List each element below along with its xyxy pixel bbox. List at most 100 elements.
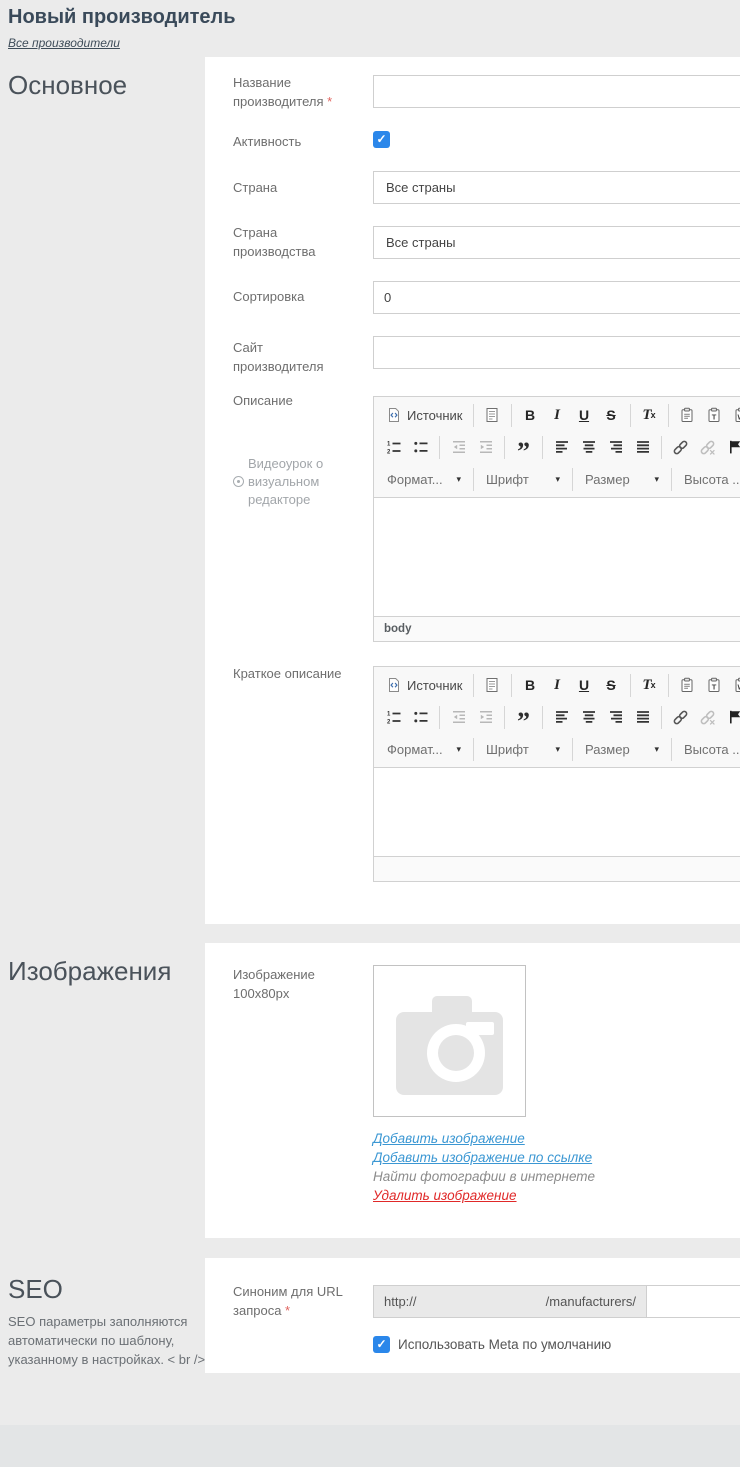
- sort-input[interactable]: [373, 281, 740, 314]
- page: { "page": { "title": "Новый производител…: [0, 0, 740, 1467]
- align-justify-button[interactable]: [629, 704, 656, 730]
- bold-button[interactable]: B: [517, 672, 544, 698]
- meta-default-checkbox[interactable]: ✓: [373, 1336, 390, 1353]
- remove-format-icon: Tx: [641, 677, 658, 694]
- paste-button[interactable]: [674, 402, 701, 428]
- anchor-button[interactable]: [721, 704, 740, 730]
- font-select[interactable]: Шрифт▾: [479, 737, 567, 762]
- toolbar-separator: [511, 674, 512, 697]
- italic-icon: I: [549, 407, 566, 424]
- toolbar-separator: [671, 468, 672, 491]
- paste-word-button[interactable]: W: [728, 402, 740, 428]
- find-photos-link[interactable]: Найти фотографии в интернете: [373, 1167, 595, 1186]
- align-justify-icon: [634, 439, 651, 456]
- underline-button[interactable]: U: [571, 402, 598, 428]
- indent-button[interactable]: [472, 704, 499, 730]
- toolbar-separator: [504, 706, 505, 729]
- camera-icon: [396, 1012, 503, 1095]
- align-right-button[interactable]: [602, 434, 629, 460]
- outdent-button[interactable]: [445, 434, 472, 460]
- size-select[interactable]: Размер▾: [578, 467, 666, 492]
- country-select[interactable]: Все страны: [373, 171, 740, 204]
- toolbar-row: 12 ”: [380, 431, 740, 463]
- toolbar-row: Источник BIUS Tx TW: [380, 399, 740, 431]
- paste-text-button[interactable]: T: [701, 402, 728, 428]
- delete-image-link[interactable]: Удалить изображение: [373, 1186, 595, 1205]
- align-right-button[interactable]: [602, 704, 629, 730]
- toolbar-separator: [668, 404, 669, 427]
- align-right-icon: [607, 709, 624, 726]
- toolbar-separator: [504, 436, 505, 459]
- templates-icon: [484, 407, 501, 424]
- italic-button[interactable]: I: [544, 402, 571, 428]
- outdent-button[interactable]: [445, 704, 472, 730]
- underline-button[interactable]: U: [571, 672, 598, 698]
- add-image-by-url-link[interactable]: Добавить изображение по ссылке: [373, 1148, 595, 1167]
- height-select[interactable]: Высота ...▾: [677, 467, 740, 492]
- remove-format-button[interactable]: Tx: [636, 402, 663, 428]
- format-select[interactable]: Формат...▾: [380, 467, 468, 492]
- numbered-list-button[interactable]: 12: [380, 434, 407, 460]
- align-justify-button[interactable]: [629, 434, 656, 460]
- toolbar-separator: [572, 738, 573, 761]
- toolbar-separator: [439, 436, 440, 459]
- bold-button[interactable]: B: [517, 402, 544, 428]
- remove-format-button[interactable]: Tx: [636, 672, 663, 698]
- activity-checkbox[interactable]: ✓: [373, 131, 390, 148]
- add-image-link[interactable]: Добавить изображение: [373, 1129, 595, 1148]
- blockquote-icon: ”: [515, 709, 532, 726]
- source-button-label: Источник: [407, 408, 463, 423]
- bulleted-list-button[interactable]: [407, 704, 434, 730]
- indent-button[interactable]: [472, 434, 499, 460]
- italic-button[interactable]: I: [544, 672, 571, 698]
- video-tutorial-link[interactable]: Видеоурок о визуальном редакторе: [233, 455, 349, 509]
- required-mark: *: [285, 1303, 290, 1318]
- source-button[interactable]: Источник: [380, 672, 468, 698]
- url-synonym-input[interactable]: [647, 1285, 740, 1318]
- toolbar-separator: [661, 436, 662, 459]
- anchor-button[interactable]: [721, 434, 740, 460]
- paste-button[interactable]: [674, 672, 701, 698]
- bold-icon: B: [522, 407, 539, 424]
- paste-text-button[interactable]: T: [701, 672, 728, 698]
- link-button[interactable]: [667, 704, 694, 730]
- paste-text-icon: T: [706, 407, 723, 424]
- align-center-button[interactable]: [575, 434, 602, 460]
- unlink-button[interactable]: [694, 704, 721, 730]
- format-select[interactable]: Формат...▾: [380, 737, 468, 762]
- main-panel: Название производителя * Активность ✓ Ст…: [205, 57, 740, 924]
- site-input[interactable]: [373, 336, 740, 369]
- toolbar-separator: [630, 404, 631, 427]
- unlink-button[interactable]: [694, 434, 721, 460]
- strikethrough-button[interactable]: S: [598, 672, 625, 698]
- strikethrough-icon: S: [603, 677, 620, 694]
- editor-content-area[interactable]: [374, 498, 740, 616]
- paste-word-button[interactable]: W: [728, 672, 740, 698]
- chevron-down-icon: ▾: [555, 744, 560, 755]
- templates-button[interactable]: [479, 672, 506, 698]
- font-select[interactable]: Шрифт▾: [479, 467, 567, 492]
- editor-content-area[interactable]: [374, 768, 740, 856]
- height-select[interactable]: Высота ...▾: [677, 737, 740, 762]
- paste-word-icon: W: [733, 407, 740, 424]
- numbered-list-icon: 12: [385, 709, 402, 726]
- bulleted-list-button[interactable]: [407, 434, 434, 460]
- align-left-button[interactable]: [548, 704, 575, 730]
- footer-strip: [0, 1425, 740, 1467]
- all-manufacturers-link[interactable]: Все производители: [8, 36, 120, 50]
- toolbar-separator: [542, 436, 543, 459]
- templates-button[interactable]: [479, 402, 506, 428]
- blockquote-button[interactable]: ”: [510, 704, 537, 730]
- align-center-button[interactable]: [575, 704, 602, 730]
- production-country-select[interactable]: Все страны: [373, 226, 740, 259]
- size-select[interactable]: Размер▾: [578, 737, 666, 762]
- strikethrough-button[interactable]: S: [598, 402, 625, 428]
- images-panel: Изображение 100x80px Добавить изображени…: [205, 943, 740, 1238]
- blockquote-button[interactable]: ”: [510, 434, 537, 460]
- align-left-button[interactable]: [548, 434, 575, 460]
- name-input[interactable]: [373, 75, 740, 108]
- numbered-list-button[interactable]: 12: [380, 704, 407, 730]
- source-button[interactable]: Источник: [380, 402, 468, 428]
- toolbar-row: Формат...▾ Шрифт▾ Размер▾ Высота ...▾: [380, 733, 740, 765]
- link-button[interactable]: [667, 434, 694, 460]
